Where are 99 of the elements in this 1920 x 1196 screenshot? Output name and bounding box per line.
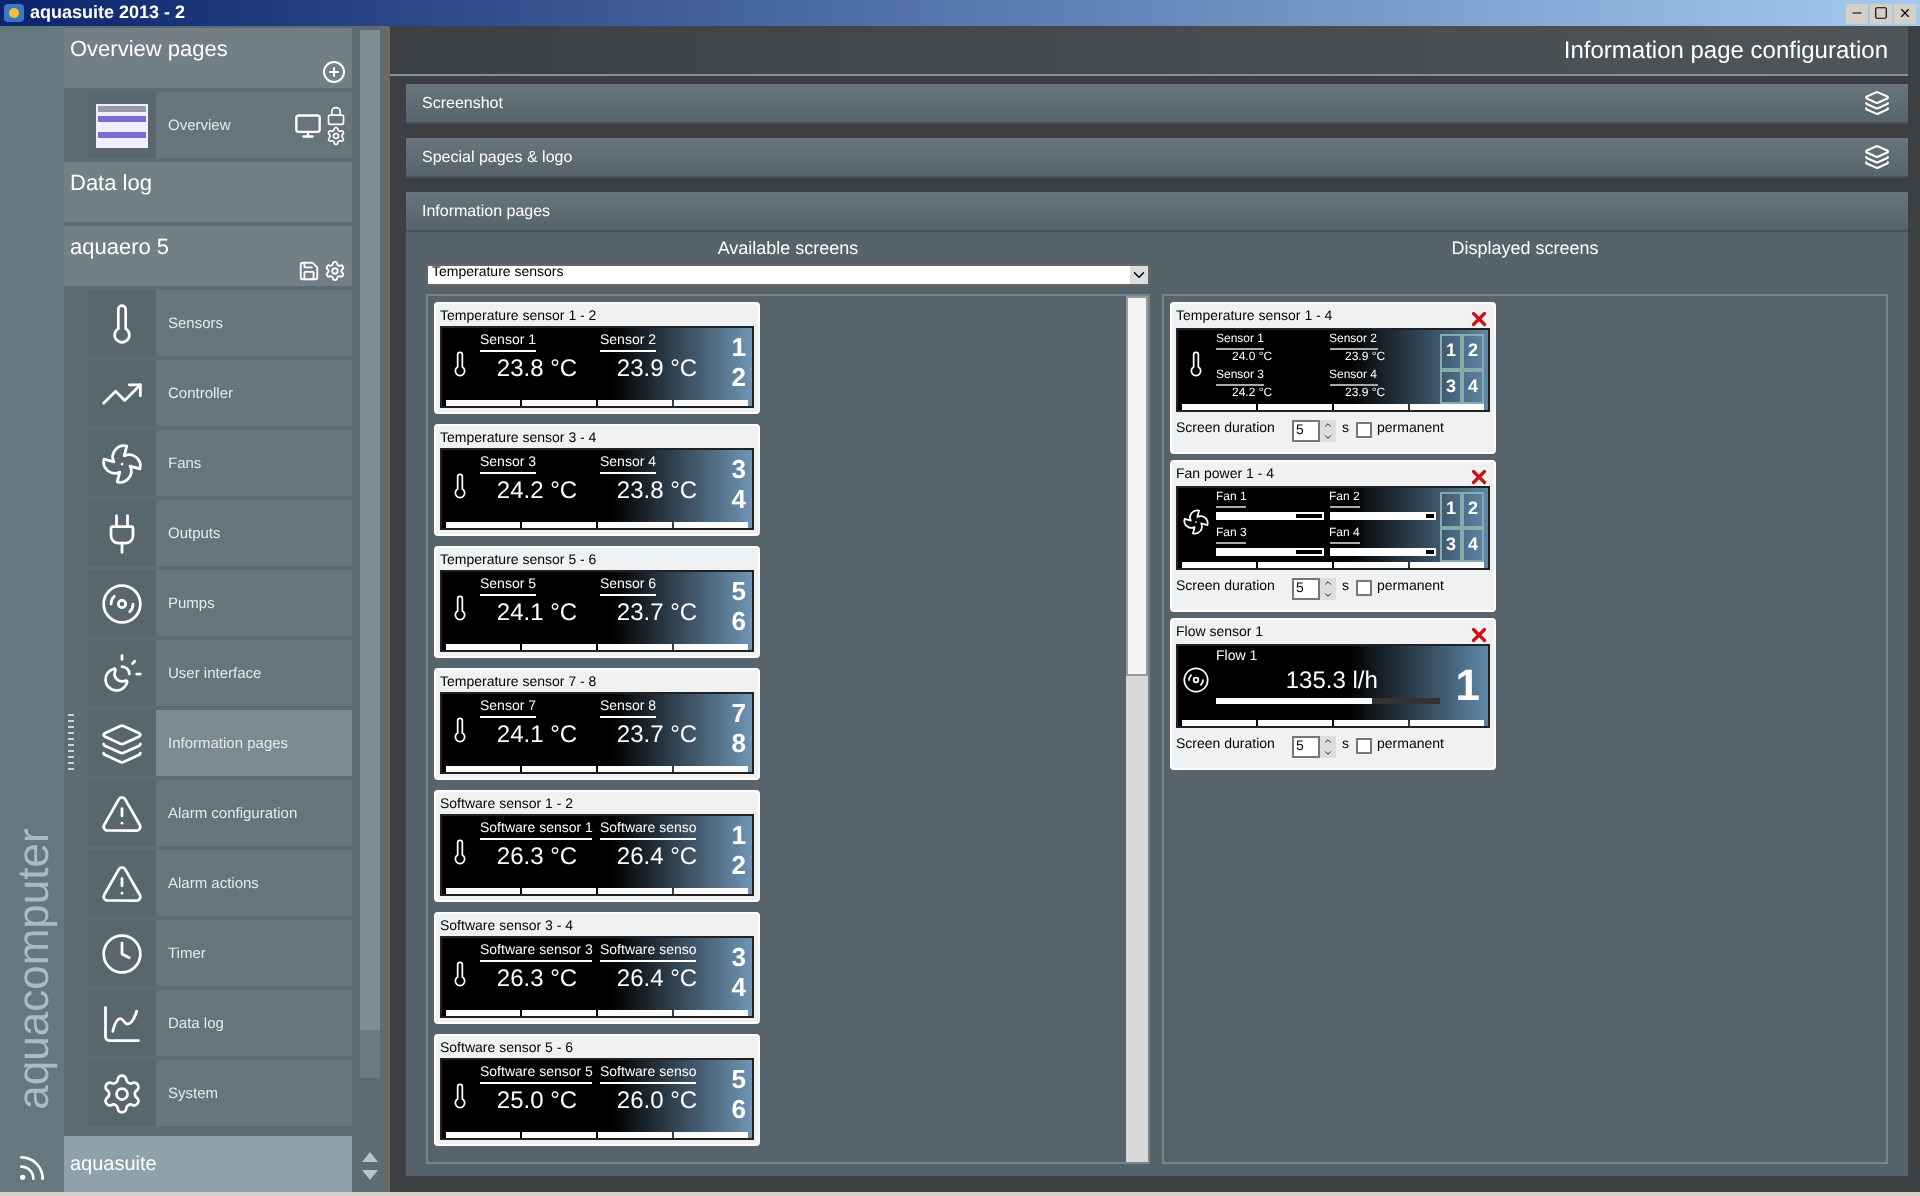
sensor-value: 26.3 °C — [496, 840, 578, 872]
sensor-number: 4 — [731, 972, 746, 1002]
footer-bar[interactable]: aquasuite — [64, 1136, 352, 1192]
warning-icon — [100, 861, 144, 905]
sensor-value: 26.4 °C — [616, 962, 698, 994]
selection-marker — [68, 714, 74, 772]
panel-title: Information pages — [422, 199, 553, 223]
section-header[interactable]: Overview pages — [64, 28, 352, 88]
add-icon[interactable] — [322, 60, 346, 84]
panel-header[interactable]: Screenshot — [406, 84, 1908, 124]
window-title: aquasuite 2013 - 2 — [30, 0, 186, 26]
fan-icon — [100, 441, 144, 485]
sensor-value: 24.1 °C — [496, 718, 578, 750]
dropdown-arrow-icon — [1130, 266, 1148, 284]
sensor-number: 2 — [731, 362, 746, 392]
checkbox[interactable] — [1355, 738, 1371, 754]
warning-icon — [100, 791, 144, 835]
sensor-number: 2 — [731, 850, 746, 880]
sensor-number: 1 — [731, 332, 746, 362]
column-heading: Displayed screens — [1451, 236, 1599, 262]
spin-down-icon[interactable] — [1320, 747, 1336, 757]
spin-up-icon[interactable] — [1320, 577, 1336, 587]
line-chart-icon — [100, 1001, 144, 1045]
app-icon — [4, 4, 24, 22]
brand-wordmark: aquacomputer — [5, 827, 59, 1109]
spin-up-icon[interactable] — [1320, 735, 1336, 745]
sensor-number: 5 — [731, 576, 746, 606]
settings-icon[interactable] — [324, 260, 346, 282]
stacked-pages-icon — [100, 721, 144, 765]
sensor-number: 4 — [1462, 369, 1484, 404]
monitor-icon[interactable] — [294, 111, 322, 139]
close-icon — [1898, 6, 1912, 20]
remove-icon[interactable] — [1468, 307, 1490, 329]
section-title: Overview pages — [70, 36, 230, 66]
panel-title: Special pages & logo — [422, 145, 575, 169]
checkbox[interactable] — [1355, 580, 1371, 596]
sensor-value: 25.0 °C — [496, 1084, 578, 1116]
sensor-value: 23.7 °C — [616, 596, 698, 628]
sensor-number: 2 — [1462, 334, 1484, 369]
sensor-number: 3 — [1440, 527, 1462, 562]
sensor-value: 24.1 °C — [496, 596, 578, 628]
sensor-value: 23.8 °C — [616, 474, 698, 506]
section-title: Data log — [70, 170, 154, 200]
clock-icon — [100, 931, 144, 975]
maximize-icon — [1874, 6, 1888, 20]
remove-icon[interactable] — [1468, 465, 1490, 487]
minimize-icon — [1850, 6, 1864, 20]
sensor-value: 135.3 l/h — [1285, 666, 1378, 694]
windows-icon[interactable] — [1862, 144, 1892, 170]
column-heading: Available screens — [717, 236, 859, 262]
lock-icon[interactable] — [326, 105, 346, 125]
overview-thumbnail — [96, 103, 148, 147]
scrollbar-thumb[interactable] — [1126, 296, 1148, 676]
sun-moon-icon — [100, 651, 144, 695]
save-icon[interactable] — [298, 260, 320, 282]
checkbox[interactable] — [1355, 422, 1371, 438]
sensor-value: 26.4 °C — [616, 840, 698, 872]
sensor-number: 7 — [731, 698, 746, 728]
page-title: Information page configuration — [1563, 34, 1888, 68]
spin-up-icon[interactable] — [1320, 419, 1336, 429]
sensor-number: 1 — [1453, 659, 1482, 711]
sensor-number: 1 — [1440, 492, 1462, 527]
settings-icon[interactable] — [326, 125, 346, 145]
panel-title: Screenshot — [422, 91, 505, 115]
sensor-value: 23.7 °C — [616, 718, 698, 750]
sensor-number: 5 — [731, 1064, 746, 1094]
sensor-number: 1 — [1440, 334, 1462, 369]
sensor-number: 2 — [1462, 492, 1484, 527]
sensor-number: 8 — [731, 728, 746, 758]
sensor-value: 26.0 °C — [616, 1084, 698, 1116]
spin-down-icon[interactable] — [1320, 431, 1336, 441]
section-header[interactable]: aquaero 5 — [64, 226, 352, 286]
sensor-number: 6 — [731, 606, 746, 636]
sensor-number: 1 — [731, 820, 746, 850]
spin-down-icon[interactable] — [1320, 589, 1336, 599]
close-button[interactable] — [1894, 3, 1916, 23]
pump-icon — [100, 581, 144, 625]
minimize-button[interactable] — [1846, 3, 1868, 23]
sensor-number: 6 — [731, 1094, 746, 1124]
sensor-number: 4 — [1462, 527, 1484, 562]
windows-icon[interactable] — [1862, 90, 1892, 116]
sensor-number: 4 — [731, 484, 746, 514]
gear-icon — [100, 1071, 144, 1115]
footer-label: aquasuite — [70, 1151, 157, 1179]
remove-icon[interactable] — [1468, 623, 1490, 645]
sensor-value: 26.3 °C — [496, 962, 578, 994]
sensor-number: 3 — [731, 942, 746, 972]
sensor-value: 23.9 °C — [616, 352, 698, 384]
sensor-number: 3 — [1440, 369, 1462, 404]
feed-icon[interactable] — [16, 1152, 48, 1184]
panel-header[interactable]: Information pages — [406, 192, 1908, 232]
maximize-button[interactable] — [1870, 3, 1892, 23]
section-title: aquaero 5 — [70, 234, 172, 264]
panel-header[interactable]: Special pages & logo — [406, 138, 1908, 178]
section-header[interactable]: Data log — [64, 162, 352, 222]
scroll-arrows-icon[interactable] — [362, 1152, 378, 1180]
sensor-number: 3 — [731, 454, 746, 484]
sensor-value: 24.2 °C — [496, 474, 578, 506]
sensor-value: 23.8 °C — [496, 352, 578, 384]
